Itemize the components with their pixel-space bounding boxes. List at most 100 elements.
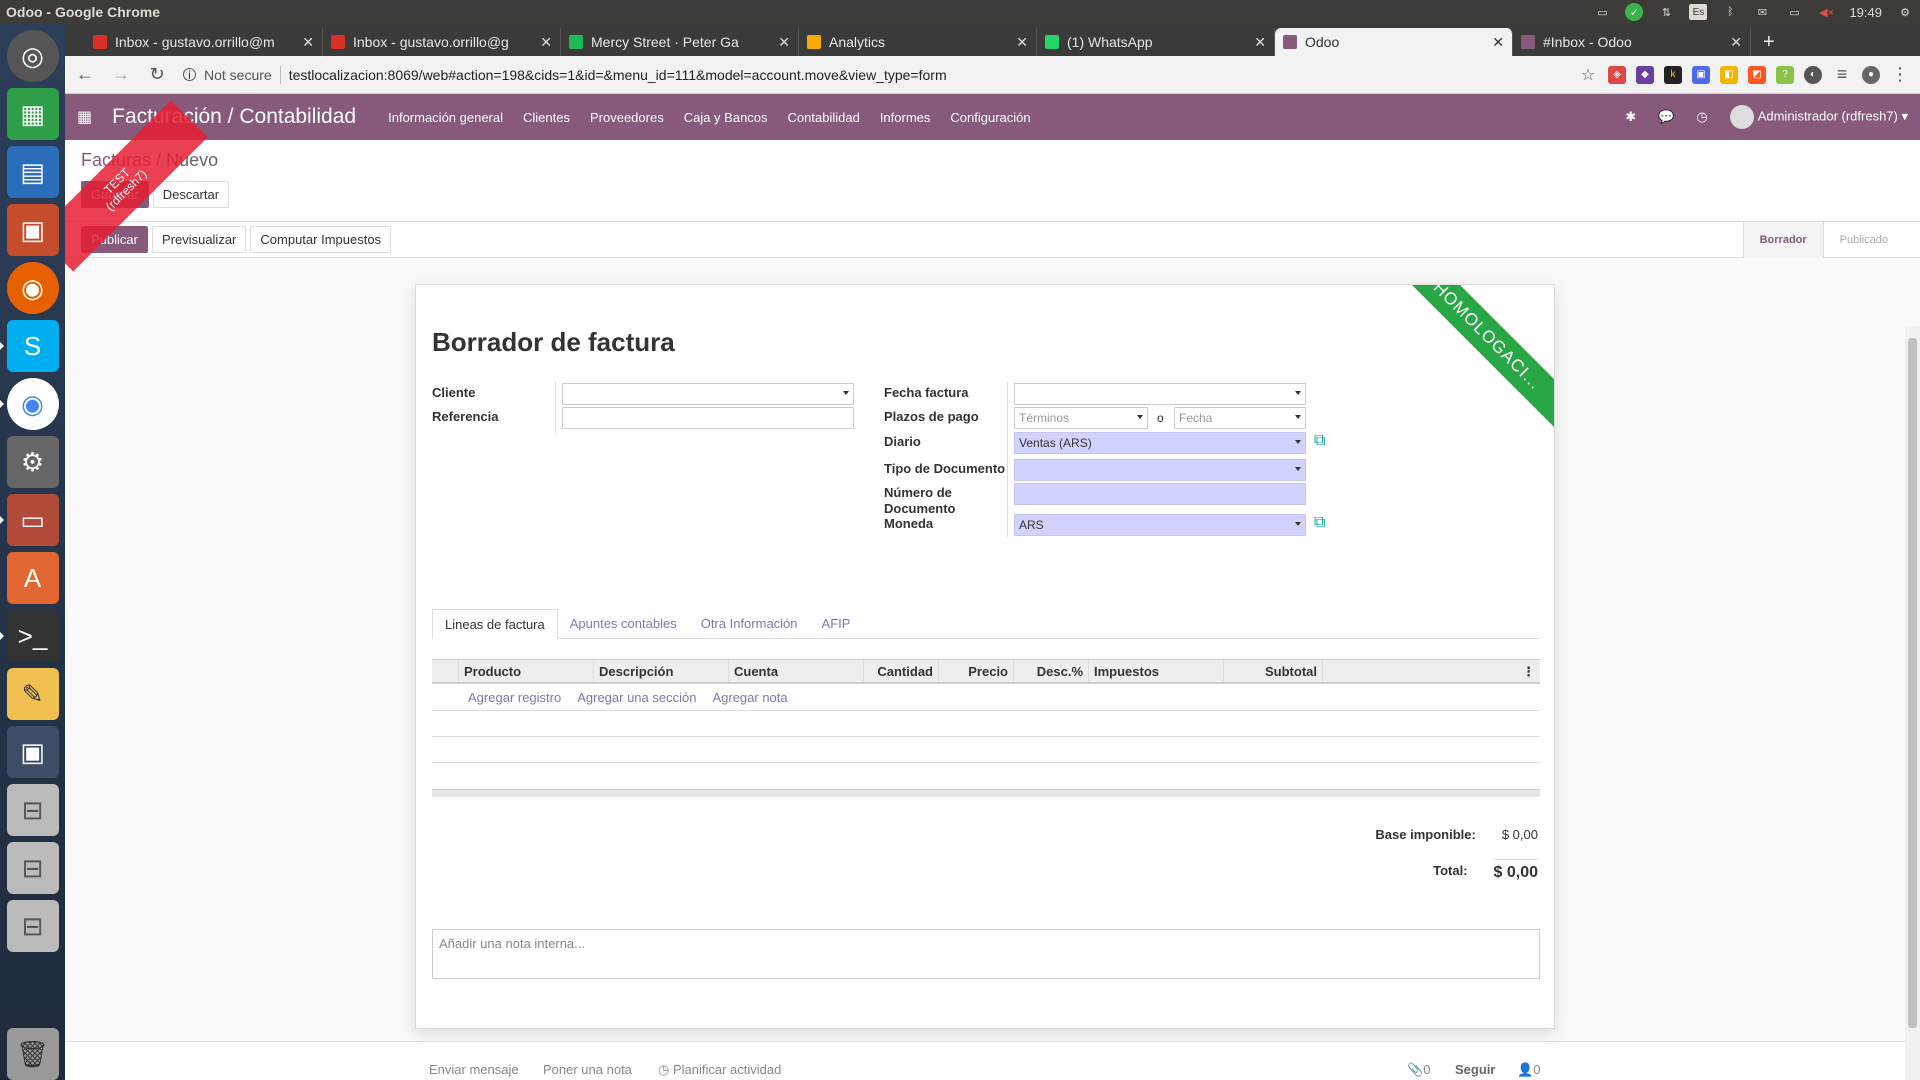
drive-icon[interactable]: ⊟ — [6, 900, 59, 952]
column-descripcion[interactable]: Descripción — [593, 660, 728, 682]
discard-button[interactable]: Descartar — [152, 181, 230, 208]
url-text[interactable]: testlocalizacion:8069/web#action=198&cid… — [289, 67, 947, 83]
back-arrow-icon[interactable]: ← — [75, 64, 95, 85]
add-section-link[interactable]: Agregar una sección — [577, 690, 696, 705]
apps-grid-icon[interactable]: ▦ — [77, 107, 92, 127]
menu-proveedores[interactable]: Proveedores — [590, 110, 664, 125]
extension-icon[interactable]: ▣ — [1692, 65, 1710, 84]
external-link-icon[interactable]: ⧉ — [1314, 514, 1325, 532]
cliente-select[interactable] — [562, 383, 854, 405]
chrome-menu-icon[interactable]: ⋮ — [1890, 64, 1910, 85]
file-manager-icon[interactable]: ▭ — [0, 494, 59, 546]
column-cantidad[interactable]: Cantidad — [863, 660, 938, 682]
extension-icon[interactable]: ◈ — [1608, 65, 1626, 84]
volume-muted-icon[interactable]: ◀× — [1817, 5, 1835, 19]
moneda-select[interactable]: ARS — [1014, 514, 1306, 536]
system-settings-icon[interactable]: ⚙ — [6, 436, 59, 488]
bookmark-star-icon[interactable]: ☆ — [1578, 65, 1598, 85]
firefox-icon[interactable]: ◉ — [6, 262, 59, 314]
column-precio[interactable]: Precio — [938, 660, 1013, 682]
terminos-select[interactable]: Términos — [1014, 407, 1148, 429]
forward-arrow-icon[interactable]: → — [111, 64, 131, 85]
media-queue-icon[interactable]: ≡ — [1832, 64, 1852, 85]
debug-bug-icon[interactable]: ✱ — [1625, 109, 1636, 125]
extension-icon[interactable]: ◐ — [1804, 65, 1822, 84]
tipo-documento-select[interactable] — [1014, 459, 1306, 481]
close-icon[interactable]: ✕ — [1016, 34, 1028, 51]
mail-icon[interactable]: ✉ — [1753, 5, 1771, 19]
dash-home-icon[interactable]: ◎ — [6, 30, 59, 82]
column-subtotal[interactable]: Subtotal — [1223, 660, 1322, 682]
save-button[interactable]: Guardar — [81, 181, 149, 208]
followers-button[interactable]: 👤0 — [1517, 1062, 1540, 1078]
diario-select[interactable]: Ventas (ARS) — [1014, 432, 1306, 454]
close-icon[interactable]: ✕ — [540, 34, 552, 51]
tab-otra-informacion[interactable]: Otra Información — [689, 609, 810, 638]
tab-afip[interactable]: AFIP — [810, 609, 863, 638]
extension-icon[interactable]: ◆ — [1636, 65, 1654, 84]
sync-ok-icon[interactable]: ✓ — [1625, 3, 1644, 21]
trash-icon[interactable]: 🗑 — [6, 1028, 59, 1080]
new-tab-plus-icon[interactable]: + — [1751, 31, 1787, 56]
referencia-input[interactable] — [562, 407, 854, 429]
text-editor-icon[interactable]: ✎ — [6, 668, 59, 720]
chrome-icon[interactable]: ◉ — [0, 378, 59, 430]
battery-icon[interactable]: ▭ — [1785, 5, 1803, 19]
menu-configuracion[interactable]: Configuración — [950, 110, 1030, 125]
fecha-vencimiento-select[interactable]: Fecha — [1174, 407, 1306, 429]
keyboard-language[interactable]: Es — [1689, 4, 1708, 20]
messages-icon[interactable]: 💬 — [1658, 109, 1674, 125]
close-icon[interactable]: ✕ — [302, 34, 314, 51]
menu-informes[interactable]: Informes — [880, 110, 931, 125]
menu-contabilidad[interactable]: Contabilidad — [788, 110, 860, 125]
column-producto[interactable]: Producto — [458, 660, 593, 682]
browser-tab[interactable]: #Inbox - Odoo ✕ — [1513, 28, 1751, 56]
add-record-link[interactable]: Agregar registro — [468, 690, 561, 705]
bluetooth-icon[interactable]: ᛒ — [1721, 5, 1739, 19]
drive-icon[interactable]: ▭ — [1593, 5, 1611, 19]
close-icon[interactable]: ✕ — [1730, 34, 1742, 51]
browser-tab[interactable]: Mercy Street · Peter Ga ✕ — [561, 28, 799, 56]
reload-icon[interactable]: ↻ — [147, 64, 167, 85]
close-icon[interactable]: ✕ — [1492, 34, 1504, 51]
activities-clock-icon[interactable]: ◷ — [1696, 109, 1707, 125]
drive-icon[interactable]: ⊟ — [6, 784, 59, 836]
terminal-icon[interactable]: >_ — [0, 610, 59, 662]
info-icon[interactable]: i — [183, 68, 196, 82]
user-menu[interactable]: Administrador (rdfresh7) ▾ — [1729, 105, 1908, 129]
breadcrumb-facturas[interactable]: Facturas — [81, 150, 151, 170]
security-status[interactable]: Not secure — [204, 67, 272, 83]
spreadsheet-app-icon[interactable]: ▦ — [6, 88, 59, 140]
workspace-switcher-icon[interactable]: ▣ — [6, 726, 59, 778]
menu-clientes[interactable]: Clientes — [523, 110, 570, 125]
compute-taxes-button[interactable]: Computar Impuestos — [250, 226, 392, 253]
extension-icon[interactable]: ? — [1776, 65, 1794, 84]
software-center-icon[interactable]: A — [6, 552, 59, 604]
send-message-button[interactable]: Enviar mensaje — [429, 1062, 519, 1077]
browser-tab[interactable]: Odoo ✕ — [1275, 28, 1513, 56]
external-link-icon[interactable]: ⧉ — [1314, 432, 1325, 450]
extension-icon[interactable]: ◧ — [1720, 65, 1738, 84]
preview-button[interactable]: Previsualizar — [151, 226, 247, 253]
menu-caja-bancos[interactable]: Caja y Bancos — [684, 110, 768, 125]
scrollbar[interactable] — [1905, 326, 1920, 1080]
impress-app-icon[interactable]: ▣ — [6, 204, 59, 256]
browser-tab[interactable]: Inbox - gustavo.orrillo@g ✕ — [323, 28, 561, 56]
profile-avatar-icon[interactable]: ● — [1862, 65, 1880, 84]
follow-button[interactable]: Seguir — [1455, 1062, 1495, 1077]
extension-icon[interactable]: ◩ — [1748, 65, 1766, 84]
network-icon[interactable]: ⇅ — [1657, 5, 1675, 19]
column-cuenta[interactable]: Cuenta — [728, 660, 863, 682]
clock[interactable]: 19:49 — [1849, 5, 1882, 20]
scrollbar-thumb[interactable] — [1908, 338, 1917, 1028]
add-note-link[interactable]: Agregar nota — [712, 690, 787, 705]
fecha-factura-input[interactable] — [1014, 383, 1306, 405]
drive-icon[interactable]: ⊟ — [6, 842, 59, 894]
state-publicado[interactable]: Publicado — [1822, 221, 1904, 258]
state-borrador[interactable]: Borrador — [1742, 221, 1823, 258]
app-name[interactable]: Facturación / Contabilidad — [112, 105, 356, 129]
tab-apuntes-contables[interactable]: Apuntes contables — [558, 609, 689, 638]
column-impuestos[interactable]: Impuestos — [1088, 660, 1223, 682]
close-icon[interactable]: ✕ — [1254, 34, 1266, 51]
internal-note-field[interactable]: Añadir una nota interna... — [432, 929, 1540, 979]
